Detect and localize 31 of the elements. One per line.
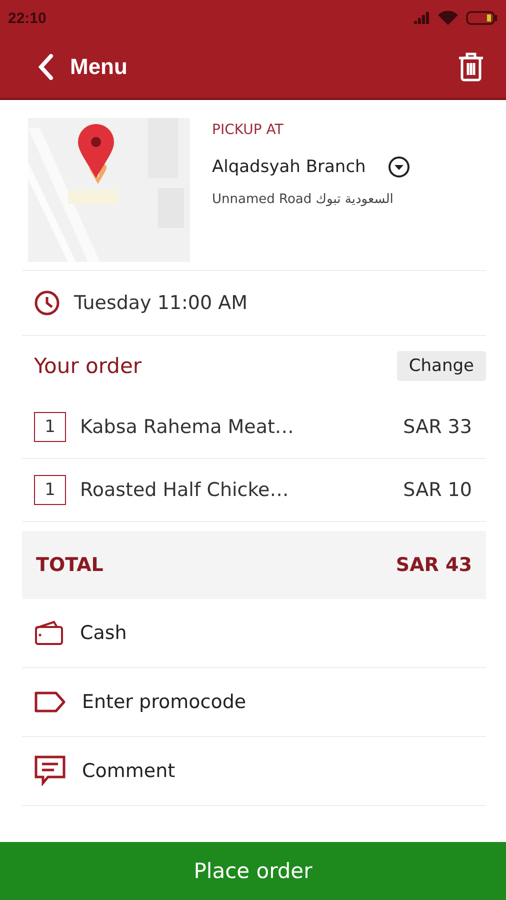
back-button[interactable] <box>38 54 54 80</box>
quantity-box: 1 <box>34 412 66 442</box>
pickup-label: PICKUP AT <box>212 122 284 138</box>
order-heading: Your order <box>34 354 142 378</box>
comment-icon <box>34 755 66 787</box>
item-name: Kabsa Rahema Meat… <box>80 416 295 438</box>
back-chevron-icon <box>38 54 54 80</box>
option-label[interactable]: Cash <box>80 622 127 644</box>
total-label: TOTAL <box>36 554 104 576</box>
item-price: SAR 10 <box>403 479 472 501</box>
signal-icon <box>414 12 430 24</box>
screen-title: Menu <box>70 54 128 80</box>
option-label[interactable]: Comment <box>82 760 176 782</box>
clock-icon <box>34 290 60 316</box>
option-label[interactable]: Enter promocode <box>82 691 246 713</box>
item-price: SAR 33 <box>403 416 472 438</box>
dropdown-icon <box>388 156 410 178</box>
battery-icon <box>466 11 498 25</box>
tag-icon <box>34 691 66 713</box>
branch-address: Unnamed Road السعودية تبوك <box>212 192 394 207</box>
status-time: 22:10 <box>8 10 46 26</box>
pickup-time: Tuesday 11:00 AM <box>74 292 248 314</box>
change-button[interactable]: Change <box>396 351 486 381</box>
branch-selector[interactable]: Alqadsyah Branch <box>212 156 410 178</box>
wallet-icon <box>34 620 64 646</box>
total-value: SAR 43 <box>396 554 472 576</box>
place-order-button[interactable]: Place order <box>0 842 506 900</box>
trash-icon[interactable] <box>458 52 484 82</box>
item-name: Roasted Half Chicke… <box>80 479 290 501</box>
wifi-icon <box>438 11 458 25</box>
quantity-box: 1 <box>34 475 66 505</box>
